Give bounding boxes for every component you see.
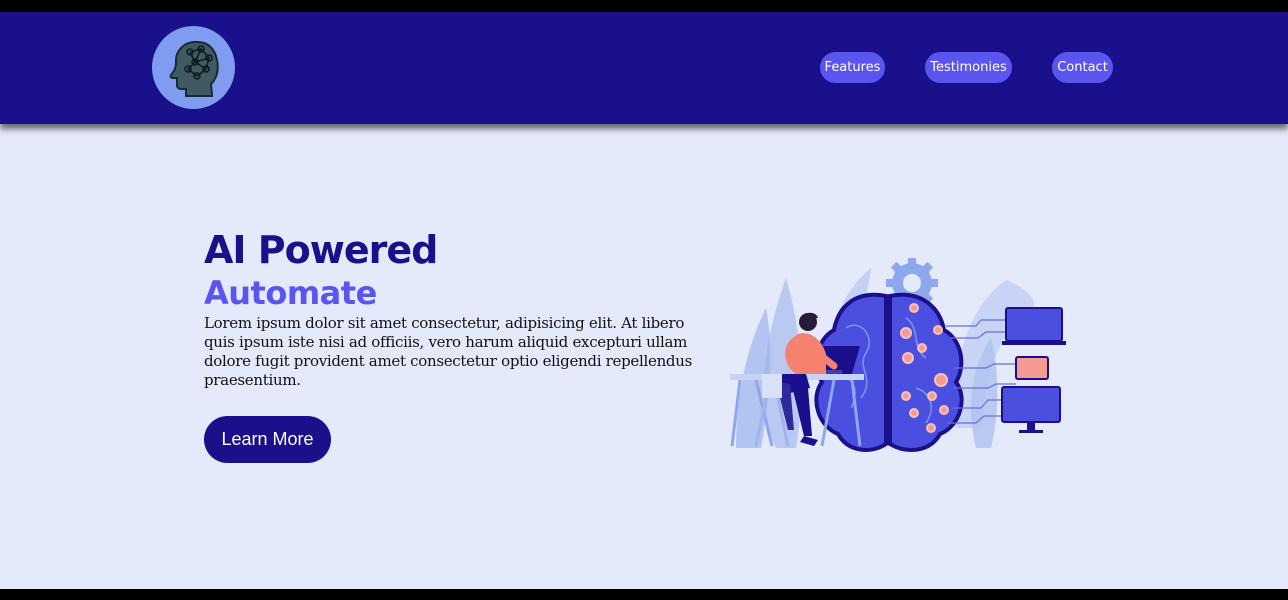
- site-header: Features Testimonies Contact: [0, 12, 1288, 124]
- hero-description: Lorem ipsum dolor sit amet consectetur, …: [204, 314, 692, 389]
- hero-title: AI Powered: [204, 228, 438, 272]
- nav-testimonies-button[interactable]: Testimonies: [925, 52, 1012, 83]
- logo[interactable]: [152, 26, 235, 109]
- nav-contact-button[interactable]: Contact: [1052, 52, 1113, 83]
- brain-head-icon: [169, 40, 219, 97]
- nav-features-button[interactable]: Features: [820, 52, 885, 83]
- top-border: [0, 0, 1288, 12]
- learn-more-button[interactable]: Learn More: [204, 416, 331, 463]
- hero-section: AI Powered Automate Lorem ipsum dolor si…: [0, 124, 1288, 589]
- ai-brain-illustration: [730, 258, 1066, 452]
- bottom-border: [0, 589, 1288, 600]
- hero-subtitle: Automate: [204, 274, 377, 312]
